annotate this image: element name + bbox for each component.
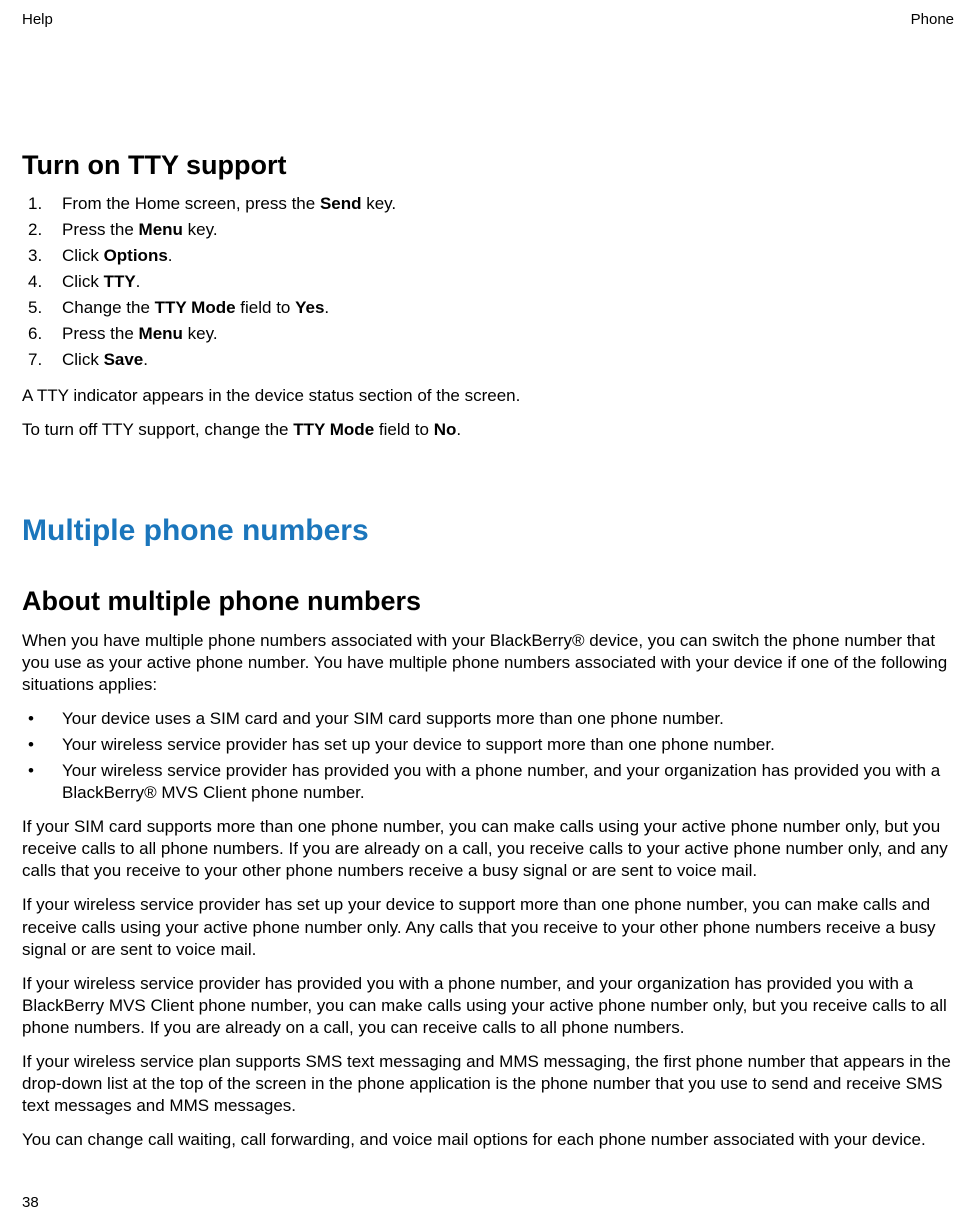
tty-turnoff-paragraph: To turn off TTY support, change the TTY … [22,419,954,441]
body-paragraph: If your wireless service provider has se… [22,894,954,960]
page-number: 38 [22,1193,39,1213]
list-item: Your wireless service provider has set u… [22,734,954,756]
list-item: From the Home screen, press the Send key… [22,193,954,215]
header-left: Help [22,10,53,30]
list-item: Click TTY. [22,271,954,293]
body-paragraph: If your SIM card supports more than one … [22,816,954,882]
about-intro-paragraph: When you have multiple phone numbers ass… [22,630,954,696]
tty-steps-list: From the Home screen, press the Send key… [22,193,954,372]
list-item: Press the Menu key. [22,323,954,345]
header-right: Phone [911,10,954,30]
section-title-tty: Turn on TTY support [22,148,954,183]
list-item: Your wireless service provider has provi… [22,760,954,804]
body-paragraph: You can change call waiting, call forwar… [22,1129,954,1151]
chapter-title-multiple-numbers: Multiple phone numbers [22,511,954,550]
section-title-about-multiple: About multiple phone numbers [22,584,954,619]
list-item: Click Options. [22,245,954,267]
situations-list: Your device uses a SIM card and your SIM… [22,708,954,804]
page-header: Help Phone [22,10,954,30]
list-item: Click Save. [22,349,954,371]
list-item: Your device uses a SIM card and your SIM… [22,708,954,730]
body-paragraph: If your wireless service plan supports S… [22,1051,954,1117]
tty-indicator-paragraph: A TTY indicator appears in the device st… [22,385,954,407]
list-item: Press the Menu key. [22,219,954,241]
list-item: Change the TTY Mode field to Yes. [22,297,954,319]
body-paragraph: If your wireless service provider has pr… [22,973,954,1039]
